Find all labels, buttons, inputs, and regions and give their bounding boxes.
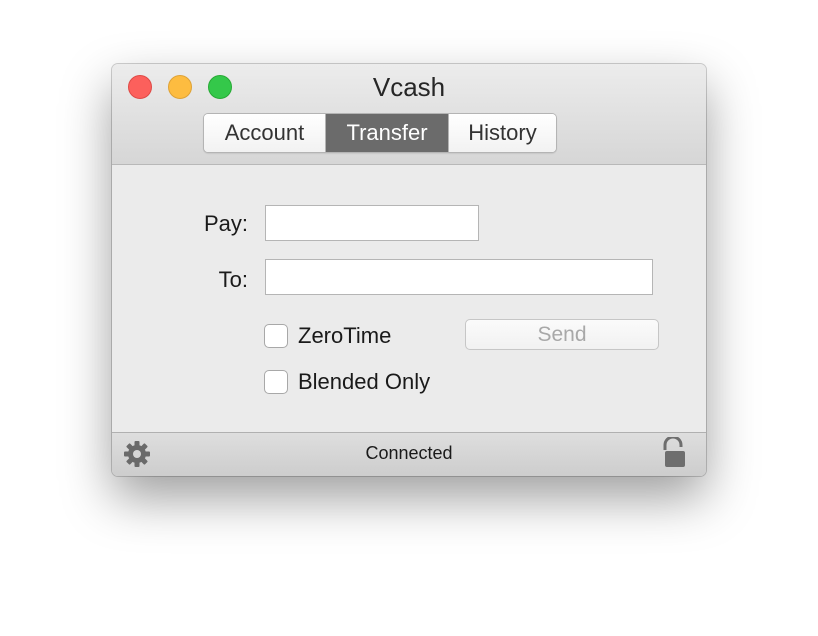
tab-history[interactable]: History [449, 114, 556, 152]
connection-status: Connected [365, 443, 453, 463]
status-bar: Connected [112, 432, 706, 476]
pay-field[interactable] [265, 205, 479, 241]
tab-transfer[interactable]: Transfer [326, 114, 449, 152]
tab-bar: Account Transfer History [203, 113, 557, 153]
to-field[interactable] [265, 259, 653, 295]
app-window: Vcash Account Transfer History Pay: To: … [112, 64, 706, 476]
send-button[interactable]: Send [465, 319, 659, 350]
blended-only-label: Blended Only [298, 369, 431, 394]
window-title: Vcash [372, 72, 446, 102]
zerotime-checkbox[interactable] [264, 324, 288, 348]
zerotime-label: ZeroTime [298, 323, 392, 348]
blended-only-checkbox[interactable] [264, 370, 288, 394]
pay-label: Pay: [203, 211, 248, 236]
tab-account[interactable]: Account [204, 114, 326, 152]
to-label: To: [218, 267, 248, 292]
unlocked-padlock-icon[interactable] [662, 437, 688, 469]
title-bar: Vcash Account Transfer History [112, 64, 706, 165]
